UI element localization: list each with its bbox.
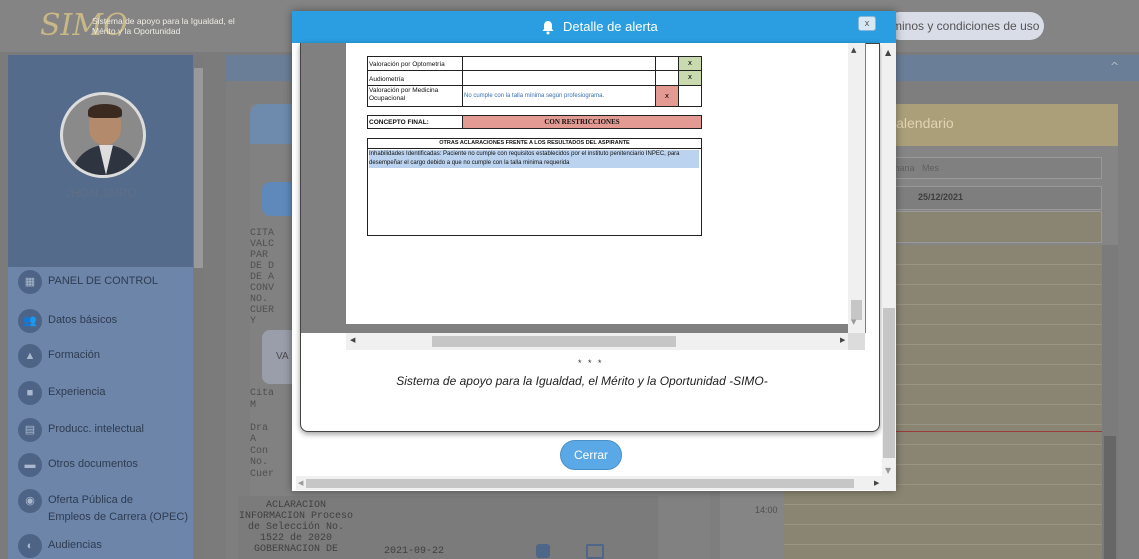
users-icon: 👥 (18, 309, 42, 333)
calendar-scrollbar-thumb[interactable] (1104, 436, 1116, 559)
modal-hscroll-thumb[interactable] (306, 479, 854, 488)
sidebar-item-formacion[interactable]: ▲ Formación (18, 344, 198, 368)
sidebar-item-label: Datos básicos (48, 314, 118, 326)
sidebar-scrollbar-thumb[interactable] (194, 68, 203, 268)
row-date: 2021-09-22 (384, 546, 445, 557)
sidebar-item-label: Oferta Pública de (48, 494, 133, 506)
calendar-date-bar (880, 186, 1102, 210)
sidebar-item-label: Audiencias (48, 539, 102, 551)
concepto-value: CON RESTRICCIONES (544, 118, 620, 126)
scroll-down-icon[interactable]: ▼ (885, 466, 891, 475)
folder-icon[interactable] (586, 544, 604, 559)
doc-row-note: No cumple con la talla mínima según prof… (464, 93, 605, 99)
sidebar-item-producc-intelectual[interactable]: ▤ Producc. intelectual (18, 418, 198, 442)
sidebar-item-audiencias[interactable]: ◐ Audiencias (18, 534, 198, 558)
aclaraciones-header: OTRAS ACLARACIONES FRENTE A LOS RESULTAD… (439, 140, 630, 146)
viewer-scroll-thumb[interactable] (851, 300, 862, 320)
aclaraciones-text: Inhabilidades Identificadas: Paciente no… (369, 150, 699, 168)
doc-row-empty-cell (678, 85, 702, 107)
globe-icon: ◉ (18, 489, 42, 513)
briefcase-icon: ■ (18, 381, 42, 405)
simo-logo[interactable]: SIMO Sistema de apoyo para la Igualdad, … (40, 10, 240, 42)
scroll-up-icon[interactable]: ▲ (885, 48, 891, 57)
close-icon[interactable]: x (858, 16, 876, 31)
doc-row-mark: x (655, 85, 679, 107)
graduation-icon: ▲ (18, 344, 42, 368)
scroll-left-icon[interactable]: ◀ (298, 479, 303, 487)
viewer-hscroll-thumb[interactable] (432, 336, 676, 347)
sidebar-item-label: PANEL DE CONTROL (48, 275, 159, 287)
avatar (60, 92, 146, 178)
calendar-title: Calendario (886, 115, 954, 131)
doc-row-label: Valoración por Medicina Ocupacional (369, 87, 439, 102)
sidebar-item-label: Formación (48, 349, 100, 361)
scroll-left-icon[interactable]: ◀ (350, 336, 355, 344)
doc-row-empty-cell (655, 70, 679, 86)
calendar-date: 25/12/2021 (918, 192, 964, 202)
logo-text: Sistema de apoyo para la Igualdad, el Mé… (92, 16, 235, 36)
sidebar-item-datos-basicos[interactable]: 👥 Datos básicos (18, 309, 198, 333)
doc-row-mark: x (678, 56, 702, 71)
sidebar-item-oferta-publica[interactable]: ◉ Oferta Pública de Empleos de Carrera (… (18, 489, 198, 525)
sidebar-item-experiencia[interactable]: ■ Experiencia (18, 381, 198, 405)
modal-scroll-thumb[interactable] (883, 308, 895, 458)
time-label: 14:00 (755, 505, 778, 515)
user-name: JHON JAIRO (65, 186, 137, 200)
sidebar-item-label: Otros documentos (48, 458, 138, 470)
dashboard-icon: ▦ (18, 270, 42, 294)
separator-stars: * * * (578, 358, 604, 368)
sidebar-item-panel-de-control[interactable]: ▦ PANEL DE CONTROL (18, 270, 198, 294)
doc-row-label: Audiometría (369, 76, 405, 83)
current-time-line (880, 431, 1102, 432)
view-icon[interactable] (536, 544, 550, 558)
bell-icon (542, 21, 554, 35)
doc-row-note-cell (462, 70, 656, 86)
sidebar-item-label: Experiencia (48, 386, 106, 398)
doc-row-mark: x (678, 70, 702, 86)
concepto-label: CONCEPTO FINAL: (369, 119, 429, 126)
modal-title: Detalle de alerta (563, 19, 658, 34)
book-icon: ▤ (18, 418, 42, 442)
scroll-right-icon[interactable]: ▶ (874, 479, 879, 487)
terms-link[interactable]: minos y condiciones de uso (886, 12, 1044, 40)
sidebar-item-otros-documentos[interactable]: ▬ Otros documentos (18, 453, 198, 477)
document-icon: ▬ (18, 453, 42, 477)
doc-row-label: Valoración por Optometría (369, 61, 445, 68)
scroll-corner (848, 333, 865, 350)
doc-row-note-cell (462, 56, 656, 71)
doc-row-empty-cell (655, 56, 679, 71)
calendar-allday-row[interactable] (880, 211, 1102, 243)
viewer-vertical-scrollbar[interactable] (848, 43, 865, 333)
scroll-right-icon[interactable]: ▶ (840, 336, 845, 344)
close-button[interactable]: Cerrar (560, 440, 622, 470)
calendar-view-switch[interactable]: emana Mes (880, 157, 1102, 179)
scroll-down-icon[interactable]: ▼ (851, 318, 856, 326)
audience-icon: ◐ (18, 534, 42, 558)
row-title: ACLARACION INFORMACION Proceso de Selecc… (238, 500, 354, 555)
sidebar-item-label: Producc. intelectual (48, 423, 144, 435)
sidebar-item-label-2: Empleos de Carrera (OPEC) (48, 511, 188, 523)
scroll-up-icon[interactable]: ▲ (851, 46, 856, 54)
collapse-caret-icon[interactable]: ^ (1110, 60, 1119, 73)
modal-footer-text: Sistema de apoyo para la Igualdad, el Mé… (396, 374, 768, 388)
